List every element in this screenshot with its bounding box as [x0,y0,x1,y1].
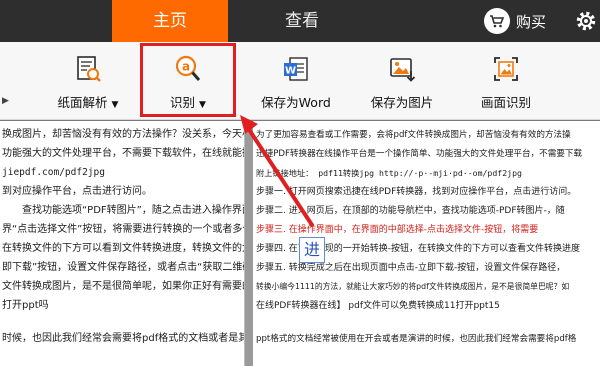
collapsed-caret-icon[interactable]: ▶ [2,96,9,106]
doc-line: jiepdf.com/pdf2jpg [2,167,105,178]
doc-line: 步骤二. 进入网页后，在顶部的功能导航栏中，查找功能选项-PDF转图片-，随 [256,206,565,216]
doc-line: 步骤三. 在操作界面中，在界面的中部选择-点击选择文件-按钮，将需要 [256,225,539,235]
image-recognize-label: 画面识别 [480,95,531,110]
doc-line: 在线PDF转换器在线】 pdf文件可以免费转换成11打开ppt15 [256,301,500,311]
doc-line: 即下载”按钮，设置文件保存路径，或者点击“获取二维码 [2,262,245,273]
svg-text:W: W [285,66,296,77]
tab-view[interactable]: 查看 [262,0,342,42]
char-correction-popup[interactable]: 进 [299,237,325,263]
doc-line: 转换小编今1111的方法，就能让大家巧妙的将pdf文件转换成图片，是不是很简单巴… [256,282,570,291]
doc-line: 打开ppt吗 [2,300,49,311]
pane-divider[interactable] [245,121,253,366]
doc-line: 换成图片，却苦恼没有有效的方法操作？没关系，今天小 [2,129,245,140]
app-window: { "topbar": { "tabs": [{"label": "主页"}, … [0,0,600,366]
doc-line: 步骤一. 打开网页搜索迅捷在线PDF转换器，找到对应操作平台，点击进行访问。 [256,187,577,197]
save-as-word-label: 保存为Word [261,95,331,110]
paper-analysis-label: 纸面解析 [57,95,108,110]
doc-line: 界“点击选择文件”按钮，将需要进行转换的一个或者多个 [2,224,245,235]
highlight-box [140,43,236,117]
paper-analysis-button[interactable]: 纸面解析 ▼ [40,42,136,120]
doc-line: 到对应操作平台，点击进行访问。 [2,186,152,197]
doc-line: 附上链接地址： pdf11转换jpg http://·p·-mji·pd·-om… [256,168,522,178]
save-as-image-label: 保存为图片 [370,95,434,110]
image-recognize-button[interactable]: 画面识别 [460,42,552,120]
tab-home[interactable]: 主页 [112,0,228,42]
image-recognize-icon [494,57,518,81]
dropdown-caret-icon: ▼ [111,100,119,110]
doc-line: 为了更加容易查看或工作需要，会将pdf文件转换成图片，却苦恼没有有效的方法操 [256,130,571,140]
word-icon: W [284,57,308,81]
original-document-pane[interactable]: 换成图片，却苦恼没有有效的方法操作？没关系，今天小 功能强大的文件处理平台，不需… [0,121,245,366]
doc-line: 文件转换成图片，是不是很简单呢，如果你正好有需要的 [2,281,245,292]
save-as-word-button[interactable]: W 保存为Word [250,42,342,120]
buy-button[interactable]: 购买 [484,8,546,34]
gear-icon[interactable] [574,9,598,33]
cart-icon [484,8,510,34]
doc-line: ppt格式的文档经常被使用在开会或者是演讲的时候，也因此我们经常会需要将pdf格 [256,334,577,344]
doc-line: 步骤五. 转换完成之后在出现页面中点击-立即下载-按钮，设置文件保存路径， [256,263,566,273]
doc-line: 功能强大的文件处理平台，不需要下载软件，在线就能操 [2,148,245,159]
save-as-image-button[interactable]: 保存为图片 [356,42,448,120]
doc-line: 迅捷PDF转换器在线操作平台是一个操作简单、功能强大的文件处理平台，不需要下载 [256,149,583,159]
document-analysis-icon [77,56,101,82]
doc-line: 在转换文件的下方可以看到文件转换进度，转换文件的大小 [2,243,245,254]
top-bar: 主页 查看 购买 [0,0,600,42]
image-save-icon [390,58,416,82]
ribbon-toolbar: ▶ 纸面解析 ▼ a 识别 ▼ W 保存为Word 保存为图片 画面识别 [0,42,600,120]
doc-line: 查找功能选项“PDF转图片”，随之点击进入操作界面。 [22,205,245,216]
buy-label: 购买 [516,12,547,31]
doc-line: 时候，也因此我们经常会需要将pdf格式的文档或者是其他 [2,333,245,344]
